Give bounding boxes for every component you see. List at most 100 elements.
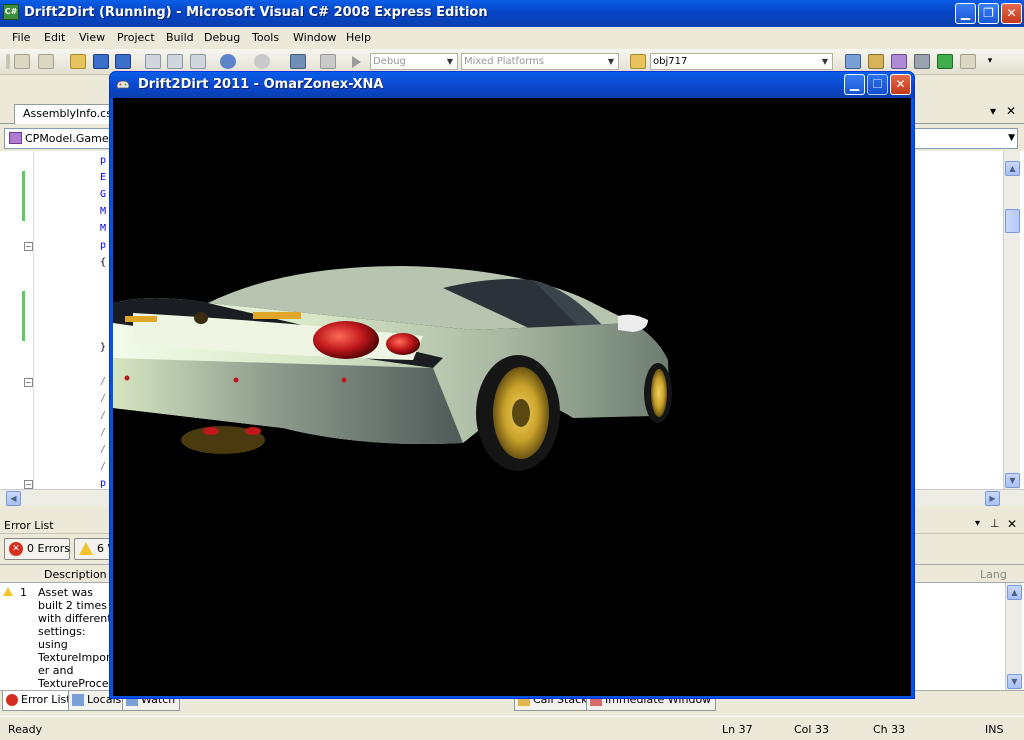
properties-window-icon[interactable] <box>868 54 884 69</box>
other-windows-icon[interactable] <box>960 54 976 69</box>
locals-icon <box>72 694 84 706</box>
restore-button[interactable]: ❐ <box>978 3 999 24</box>
types-combo-value: CPModel.Game1 <box>25 132 116 145</box>
solution-configuration-combo[interactable]: Debug ▼ <box>370 53 458 70</box>
undo-icon[interactable] <box>220 54 236 69</box>
code-line: G <box>100 189 107 200</box>
outline-collapse-icon[interactable]: − <box>24 242 33 251</box>
column-description[interactable]: Description <box>44 568 107 581</box>
menu-help[interactable]: Help <box>346 31 371 44</box>
game-window-title: Drift2Dirt 2011 - OmarZonex-XNA <box>138 77 384 92</box>
menu-edit[interactable]: Edit <box>44 31 65 44</box>
add-item-icon[interactable] <box>38 54 54 69</box>
save-all-icon[interactable] <box>115 54 131 69</box>
chevron-down-icon: ▼ <box>607 57 615 66</box>
solution-explorer-icon[interactable] <box>845 54 861 69</box>
new-project-icon[interactable] <box>14 54 30 69</box>
navigate-forward-icon[interactable] <box>320 54 336 69</box>
chevron-down-icon: ▼ <box>1008 133 1015 143</box>
outline-collapse-icon[interactable]: − <box>24 480 33 489</box>
main-title-bar[interactable]: C# Drift2Dirt (Running) - Microsoft Visu… <box>0 0 1024 27</box>
game-title-bar[interactable]: Drift2Dirt 2011 - OmarZonex-XNA ▁ ☐ ✕ <box>110 72 914 98</box>
code-line: M <box>100 206 107 217</box>
tab-error-list[interactable]: Error List <box>2 691 76 711</box>
close-button[interactable]: ✕ <box>1001 3 1022 24</box>
auto-hide-pin-icon[interactable]: ⊥ <box>990 517 1000 530</box>
column-language[interactable]: Lang <box>980 568 1007 581</box>
game-window[interactable]: Drift2Dirt 2011 - OmarZonex-XNA ▁ ☐ ✕ <box>109 71 915 699</box>
code-line: / <box>100 410 107 421</box>
game-maximize-button[interactable]: ☐ <box>867 74 888 95</box>
menu-window[interactable]: Window <box>293 31 336 44</box>
game-render-canvas[interactable] <box>113 98 911 696</box>
code-line: } <box>100 342 107 353</box>
tab-assemblyinfo[interactable]: AssemblyInfo.cs <box>14 104 121 124</box>
game-close-button[interactable]: ✕ <box>890 74 911 95</box>
error-icon: ✕ <box>9 542 23 556</box>
menu-file[interactable]: File <box>12 31 30 44</box>
code-line: p <box>100 155 107 166</box>
find-in-files-icon[interactable] <box>630 54 646 69</box>
menu-tools[interactable]: Tools <box>252 31 279 44</box>
scroll-up-icon[interactable]: ▲ <box>1007 585 1022 600</box>
description-line: built 2 times <box>38 599 107 612</box>
editor-vertical-scrollbar[interactable]: ▲ ▼ <box>1003 151 1020 489</box>
menu-view[interactable]: View <box>79 31 105 44</box>
scroll-left-icon[interactable]: ◀ <box>6 491 21 506</box>
object-browser-icon[interactable] <box>891 54 907 69</box>
solution-platform-combo[interactable]: Mixed Platforms ▼ <box>461 53 619 70</box>
rendered-car-scene <box>113 266 672 471</box>
description-line: er and <box>38 664 74 677</box>
description-line: TextureProces <box>38 677 115 690</box>
reflector <box>124 375 130 381</box>
find-combo[interactable]: obj717 ▼ <box>650 53 833 70</box>
active-files-dropdown-icon[interactable]: ▾ <box>990 104 996 118</box>
code-line: p <box>100 478 107 489</box>
code-line: / <box>100 444 107 455</box>
navigate-backward-icon[interactable] <box>290 54 306 69</box>
scroll-down-icon[interactable]: ▼ <box>1005 473 1020 488</box>
game-minimize-button[interactable]: ▁ <box>844 74 865 95</box>
code-line: E <box>100 172 107 183</box>
scroll-up-icon[interactable]: ▲ <box>1005 161 1020 176</box>
errors-filter-button[interactable]: ✕ 0 Errors <box>4 538 70 560</box>
start-debugging-icon[interactable] <box>352 56 361 68</box>
description-line: settings: <box>38 625 86 638</box>
open-file-icon[interactable] <box>70 54 86 69</box>
rear-right-wheel <box>476 355 560 471</box>
code-line: M <box>100 223 107 234</box>
code-line: / <box>100 461 107 472</box>
outline-collapse-icon[interactable]: − <box>24 378 33 387</box>
error-list-scrollbar[interactable]: ▲ ▼ <box>1005 583 1022 691</box>
close-panel-icon[interactable]: ✕ <box>1007 517 1017 531</box>
scroll-thumb[interactable] <box>1005 209 1020 233</box>
visual-csharp-icon: C# <box>3 4 19 20</box>
menu-build[interactable]: Build <box>166 31 194 44</box>
status-line: Ln 37 <box>722 723 753 736</box>
reflector <box>341 377 347 383</box>
exhaust-light <box>203 427 219 435</box>
members-combo[interactable]: ▼ <box>914 128 1018 149</box>
description-line: Asset was <box>38 586 94 599</box>
status-insert-mode: INS <box>985 723 1004 736</box>
scroll-right-icon[interactable]: ▶ <box>985 491 1000 506</box>
close-document-icon[interactable]: ✕ <box>1006 104 1016 118</box>
save-icon[interactable] <box>93 54 109 69</box>
toolbar-options-icon[interactable]: ▾ <box>982 54 998 69</box>
platform-value: Mixed Platforms <box>464 56 545 67</box>
menu-bar: File Edit View Project Build Debug Tools… <box>0 27 1024 49</box>
redo-icon[interactable] <box>254 54 270 69</box>
copy-icon[interactable] <box>167 54 183 69</box>
start-page-icon[interactable] <box>937 54 953 69</box>
cut-icon[interactable] <box>145 54 161 69</box>
menu-debug[interactable]: Debug <box>204 31 240 44</box>
scroll-down-icon[interactable]: ▼ <box>1007 674 1022 689</box>
paste-icon[interactable] <box>190 54 206 69</box>
minimize-button[interactable]: ▁ <box>955 3 976 24</box>
window-position-icon[interactable]: ▾ <box>975 518 980 529</box>
toolbox-icon[interactable] <box>914 54 930 69</box>
menu-project[interactable]: Project <box>117 31 155 44</box>
status-character: Ch 33 <box>873 723 906 736</box>
description-line: with different <box>38 612 112 625</box>
status-text: Ready <box>8 723 43 736</box>
